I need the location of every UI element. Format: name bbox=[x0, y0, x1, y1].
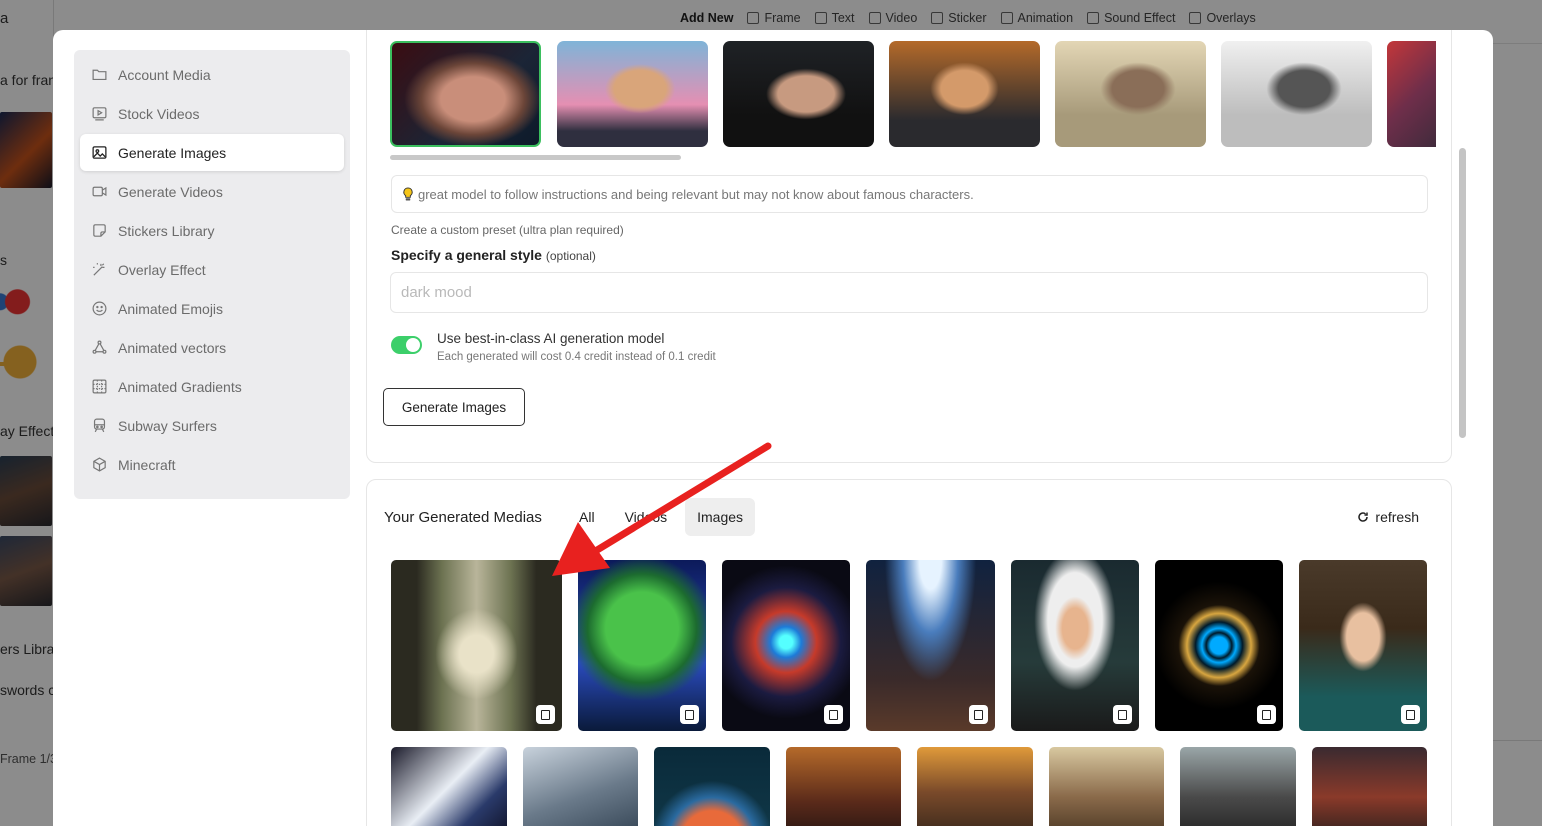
style-label-optional: (optional) bbox=[545, 249, 596, 263]
video-badge-icon[interactable] bbox=[680, 705, 699, 724]
best-model-toggle-label: Use best-in-class AI generation model bbox=[437, 331, 665, 346]
media-modal: Account Media Stock Videos Generate Imag… bbox=[53, 30, 1493, 826]
generated-image[interactable] bbox=[866, 560, 995, 731]
sidebar-item-label: Animated Gradients bbox=[118, 378, 242, 395]
generated-media-panel: Your Generated Medias All Videos Images … bbox=[366, 479, 1452, 826]
video-badge-icon[interactable] bbox=[1401, 705, 1420, 724]
custom-preset-link[interactable]: Create a custom preset (ultra plan requi… bbox=[391, 223, 624, 237]
sidebar-item-generate-videos[interactable]: Generate Videos bbox=[80, 173, 344, 210]
sticker-icon bbox=[91, 222, 108, 239]
sidebar-item-animated-vectors[interactable]: Animated vectors bbox=[80, 329, 344, 366]
preset-carousel[interactable] bbox=[390, 41, 1436, 147]
sidebar-item-label: Stock Videos bbox=[118, 105, 200, 122]
style-input[interactable] bbox=[390, 272, 1428, 313]
generated-media-title: Your Generated Medias bbox=[384, 509, 542, 526]
generated-image[interactable] bbox=[578, 560, 706, 731]
generated-image[interactable] bbox=[917, 747, 1033, 826]
style-label-text: Specify a general style bbox=[391, 247, 542, 263]
generated-image[interactable] bbox=[786, 747, 901, 826]
sidebar-item-label: Subway Surfers bbox=[118, 417, 217, 434]
folder-icon bbox=[91, 66, 108, 83]
sidebar-item-label: Animated Emojis bbox=[118, 300, 224, 317]
sidebar-item-minecraft[interactable]: Minecraft bbox=[80, 446, 344, 483]
video-badge-icon[interactable] bbox=[969, 705, 988, 724]
sidebar-item-label: Overlay Effect bbox=[118, 261, 206, 278]
generated-image[interactable] bbox=[722, 560, 850, 731]
generated-image[interactable] bbox=[1049, 747, 1164, 826]
sidebar-item-animated-gradients[interactable]: Animated Gradients bbox=[80, 368, 344, 405]
preset-carousel-scrollbar[interactable] bbox=[390, 155, 681, 160]
generated-image[interactable] bbox=[1312, 747, 1427, 826]
image-icon bbox=[91, 144, 108, 161]
generated-image[interactable] bbox=[523, 747, 638, 826]
preset-thumbnail[interactable] bbox=[723, 41, 874, 147]
sidebar-item-stickers-library[interactable]: Stickers Library bbox=[80, 212, 344, 249]
preset-thumbnail[interactable] bbox=[889, 41, 1040, 147]
tab-all[interactable]: All bbox=[567, 498, 607, 536]
model-hint-text: great model to follow instructions and b… bbox=[418, 186, 974, 202]
sidebar-item-animated-emojis[interactable]: Animated Emojis bbox=[80, 290, 344, 327]
gradient-icon bbox=[91, 378, 108, 395]
train-icon bbox=[91, 417, 108, 434]
sidebar-item-account-media[interactable]: Account Media bbox=[80, 56, 344, 93]
modal-vertical-scrollbar[interactable] bbox=[1459, 148, 1466, 438]
sidebar-item-label: Animated vectors bbox=[118, 339, 227, 356]
lightbulb-icon bbox=[403, 186, 413, 200]
sidebar-item-overlay-effect[interactable]: Overlay Effect bbox=[80, 251, 344, 288]
preset-thumbnail[interactable] bbox=[557, 41, 708, 147]
generate-images-button[interactable]: Generate Images bbox=[383, 388, 525, 426]
refresh-icon bbox=[1358, 512, 1369, 522]
best-model-toggle-subtext: Each generated will cost 0.4 credit inst… bbox=[437, 351, 716, 363]
sidebar-item-label: Account Media bbox=[118, 66, 211, 83]
generated-image[interactable] bbox=[1155, 560, 1283, 731]
modal-sidebar: Account Media Stock Videos Generate Imag… bbox=[74, 50, 350, 499]
best-model-toggle[interactable] bbox=[391, 336, 422, 354]
video-badge-icon[interactable] bbox=[1113, 705, 1132, 724]
generated-image[interactable] bbox=[391, 747, 507, 826]
tab-images[interactable]: Images bbox=[685, 498, 756, 536]
generated-image[interactable] bbox=[1011, 560, 1139, 731]
tab-videos[interactable]: Videos bbox=[613, 498, 680, 536]
model-hint-box: great model to follow instructions and b… bbox=[391, 175, 1428, 213]
sidebar-item-generate-images[interactable]: Generate Images bbox=[80, 134, 344, 171]
vector-nodes-icon bbox=[91, 339, 108, 356]
video-badge-icon[interactable] bbox=[536, 705, 555, 724]
sidebar-item-stock-videos[interactable]: Stock Videos bbox=[80, 95, 344, 132]
sidebar-item-label: Minecraft bbox=[118, 456, 176, 473]
magic-wand-icon bbox=[91, 261, 108, 278]
sidebar-item-label: Generate Videos bbox=[118, 183, 223, 200]
preset-thumbnail[interactable] bbox=[1221, 41, 1372, 147]
sidebar-item-label: Generate Images bbox=[118, 144, 227, 161]
preset-thumbnail[interactable] bbox=[1387, 41, 1436, 147]
video-badge-icon[interactable] bbox=[1257, 705, 1276, 724]
refresh-label: refresh bbox=[1375, 509, 1419, 525]
preset-thumbnail-selected[interactable] bbox=[390, 41, 541, 147]
play-box-icon bbox=[91, 105, 108, 122]
video-camera-icon bbox=[91, 183, 108, 200]
generated-image[interactable] bbox=[1299, 560, 1427, 731]
video-badge-icon[interactable] bbox=[824, 705, 843, 724]
sidebar-item-subway-surfers[interactable]: Subway Surfers bbox=[80, 407, 344, 444]
cube-icon bbox=[91, 456, 108, 473]
smiley-icon bbox=[91, 300, 108, 317]
generated-image[interactable] bbox=[391, 560, 562, 731]
preset-thumbnail[interactable] bbox=[1055, 41, 1206, 147]
generated-image[interactable] bbox=[1180, 747, 1296, 826]
refresh-button[interactable]: refresh bbox=[1357, 509, 1419, 525]
media-filter-tabs: All Videos Images bbox=[567, 498, 756, 536]
generate-panel: great model to follow instructions and b… bbox=[366, 30, 1452, 463]
style-label: Specify a general style (optional) bbox=[391, 247, 596, 263]
sidebar-item-label: Stickers Library bbox=[118, 222, 215, 239]
generated-image[interactable] bbox=[654, 747, 770, 826]
